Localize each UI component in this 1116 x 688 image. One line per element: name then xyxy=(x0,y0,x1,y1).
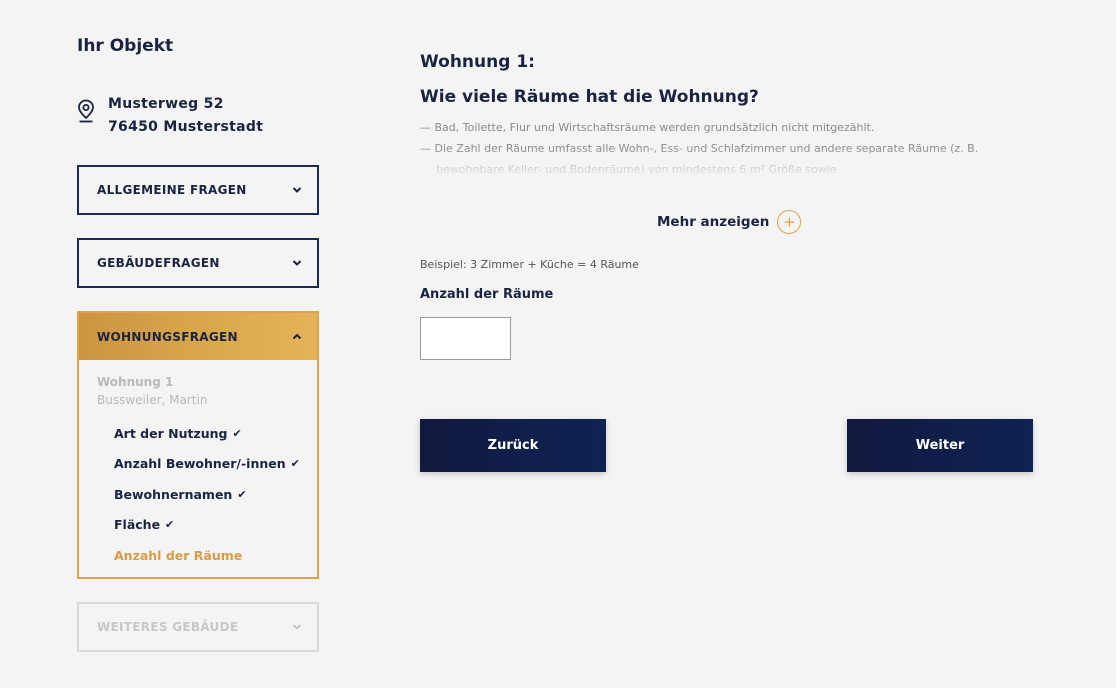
chevron-up-icon xyxy=(292,333,302,339)
accordion-label: GEBÄUDEFRAGEN xyxy=(97,256,220,270)
question-heading: Wie viele Räume hat die Wohnung? xyxy=(420,87,759,107)
back-button[interactable]: Zurück xyxy=(420,419,606,472)
apartment-owner: Bussweiler, Martin xyxy=(97,393,208,407)
object-address: Musterweg 52 76450 Musterstadt xyxy=(77,93,263,139)
apartment-label: Wohnung 1 xyxy=(97,375,174,389)
accordion-label: WEITERES GEBÄUDE xyxy=(97,620,239,634)
next-button[interactable]: Weiter xyxy=(847,419,1033,472)
sidebar-title: Ihr Objekt xyxy=(77,36,174,56)
show-more-label: Mehr anzeigen xyxy=(657,214,770,230)
chevron-down-icon xyxy=(292,624,302,630)
hint-item: — Bad, Toilette, Flur und Wirtschaftsräu… xyxy=(420,121,875,134)
step-room-count[interactable]: Anzahl der Räume xyxy=(114,540,317,571)
accordion-general-questions: ALLGEMEINE FRAGEN xyxy=(77,165,319,215)
accordion-header-building-questions[interactable]: GEBÄUDEFRAGEN xyxy=(79,240,317,286)
checkmark-icon: ✔ xyxy=(165,518,175,532)
room-count-label: Anzahl der Räume xyxy=(420,287,554,302)
accordion-header-further-building[interactable]: WEITERES GEBÄUDE xyxy=(79,604,317,650)
step-resident-names[interactable]: Bewohnernamen ✔ xyxy=(114,479,317,510)
step-label: Bewohnernamen xyxy=(114,486,233,502)
show-more-toggle[interactable]: Mehr anzeigen + xyxy=(657,210,802,234)
address-street: Musterweg 52 xyxy=(108,96,224,112)
step-label: Art der Nutzung xyxy=(114,425,228,441)
step-label: Anzahl der Räume xyxy=(114,547,243,563)
step-list: Art der Nutzung ✔ Anzahl Bewohner/-innen… xyxy=(79,409,317,571)
accordion-label: ALLGEMEINE FRAGEN xyxy=(97,183,247,197)
location-pin-icon xyxy=(78,99,94,123)
step-usage-type[interactable]: Art der Nutzung ✔ xyxy=(114,418,317,449)
step-label: Anzahl Bewohner/-innen xyxy=(114,456,286,472)
chevron-down-icon xyxy=(292,187,302,193)
checkmark-icon: ✔ xyxy=(290,457,300,471)
accordion-apartment-questions: WOHNUNGSFRAGEN Wohnung 1 Bussweiler, Mar… xyxy=(77,311,319,579)
main-content: Wohnung 1: Wie viele Räume hat die Wohnu… xyxy=(420,52,1034,472)
example-text: Beispiel: 3 Zimmer + Küche = 4 Räume xyxy=(420,258,639,271)
step-resident-count[interactable]: Anzahl Bewohner/-innen ✔ xyxy=(114,449,317,480)
apartment-heading: Wohnung 1: xyxy=(420,52,535,72)
step-label: Fläche xyxy=(114,517,161,533)
apartment-info: Wohnung 1 Bussweiler, Martin xyxy=(79,360,317,409)
accordion-header-general-questions[interactable]: ALLGEMEINE FRAGEN xyxy=(79,167,317,213)
page: Ihr Objekt Musterweg 52 76450 Musterstad… xyxy=(0,0,1116,688)
hint-text: — Bad, Toilette, Flur und Wirtschaftsräu… xyxy=(420,117,1034,179)
sidebar: Ihr Objekt Musterweg 52 76450 Musterstad… xyxy=(77,36,319,652)
accordion-further-building: WEITERES GEBÄUDE xyxy=(77,602,319,652)
chevron-down-icon xyxy=(292,260,302,266)
accordion-header-apartment-questions[interactable]: WOHNUNGSFRAGEN xyxy=(79,313,317,360)
step-area[interactable]: Fläche ✔ xyxy=(114,510,317,541)
hint-item: — Die Zahl der Räume umfasst alle Wohn-,… xyxy=(420,142,979,176)
room-count-input[interactable] xyxy=(420,317,511,360)
accordion-building-questions: GEBÄUDEFRAGEN xyxy=(77,238,319,288)
plus-circle-icon: + xyxy=(777,210,802,234)
checkmark-icon: ✔ xyxy=(237,487,247,501)
checkmark-icon: ✔ xyxy=(232,426,242,440)
address-city: 76450 Musterstadt xyxy=(108,119,264,135)
accordion-label: WOHNUNGSFRAGEN xyxy=(97,329,238,344)
